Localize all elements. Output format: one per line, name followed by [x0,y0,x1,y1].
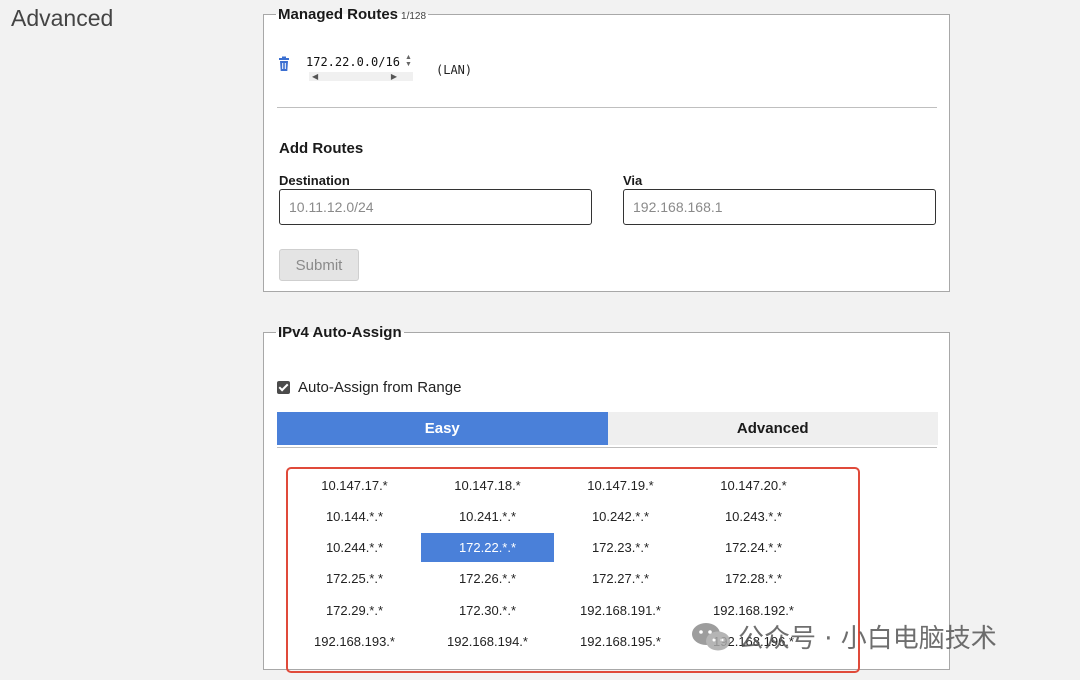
range-option[interactable]: 192.168.193.* [288,627,421,656]
range-option[interactable]: 172.26.*.* [421,564,554,593]
tab-easy[interactable]: Easy [277,412,608,445]
range-option[interactable]: 172.25.*.* [288,564,421,593]
range-option[interactable]: 192.168.195.* [554,627,687,656]
range-option[interactable]: 172.27.*.* [554,564,687,593]
range-option[interactable]: 192.168.194.* [421,627,554,656]
range-option[interactable]: 10.241.*.* [421,502,554,531]
route-network: 172.22.0.0/16 [306,55,400,69]
add-routes-heading: Add Routes [279,140,364,157]
managed-routes-legend: Managed Routes 1/128 [276,6,428,23]
range-option[interactable]: 10.147.20.* [687,471,820,500]
range-option[interactable]: 172.30.*.* [421,596,554,625]
range-option[interactable]: 192.168.191.* [554,596,687,625]
range-option[interactable]: 172.28.*.* [687,564,820,593]
managed-routes-title: Managed Routes [278,6,399,23]
watermark-text: 公众号 · 小白电脑技术 [738,624,997,654]
ipv4-auto-assign-legend: IPv4 Auto-Assign [278,324,402,341]
managed-routes-panel: Managed Routes 1/128 172.22.0.0/16 ▲ ▼ ◀ ▶… [263,6,950,292]
destination-input[interactable] [279,189,592,225]
route-entry[interactable]: 172.22.0.0/16 ▲ ▼ ◀ ▶ [305,49,417,83]
range-option[interactable]: 10.144.*.* [288,502,421,531]
mode-tabs: Easy Advanced [277,412,938,445]
scroll-left-icon[interactable]: ◀ [312,72,318,81]
route-scrollbar[interactable]: ◀ ▶ [309,72,413,81]
auto-assign-checkbox[interactable] [277,381,290,394]
range-option[interactable]: 172.29.*.* [288,596,421,625]
submit-button[interactable]: Submit [279,249,359,281]
range-option[interactable]: 172.23.*.* [554,533,687,562]
destination-label: Destination [279,173,350,188]
range-option[interactable]: 10.147.18.* [421,471,554,500]
via-input[interactable] [623,189,936,225]
tab-advanced[interactable]: Advanced [607,412,938,445]
scroll-right-icon[interactable]: ▶ [391,72,397,81]
auto-assign-label: Auto-Assign from Range [298,379,462,396]
section-heading: Advanced [11,5,114,31]
route-via-label: (LAN) [436,63,473,77]
route-count: 1/128 [401,11,427,22]
divider [277,447,937,448]
range-option[interactable]: 10.147.19.* [554,471,687,500]
range-option[interactable]: 172.24.*.* [687,533,820,562]
range-option[interactable]: 172.22.*.* [421,533,554,562]
watermark: 公众号 · 小白电脑技术 [690,618,997,655]
range-option[interactable]: 10.243.*.* [687,502,820,531]
via-label: Via [623,173,643,188]
spinner-arrows-icon[interactable]: ▲ ▼ [405,54,412,68]
trash-icon[interactable] [277,56,291,72]
auto-assign-toggle[interactable]: Auto-Assign from Range [277,379,461,396]
route-row: 172.22.0.0/16 ▲ ▼ ◀ ▶ [277,49,417,83]
range-option[interactable]: 10.244.*.* [288,533,421,562]
range-option[interactable]: 10.242.*.* [554,502,687,531]
divider [277,107,937,108]
wechat-icon [692,622,730,650]
range-option[interactable]: 10.147.17.* [288,471,421,500]
